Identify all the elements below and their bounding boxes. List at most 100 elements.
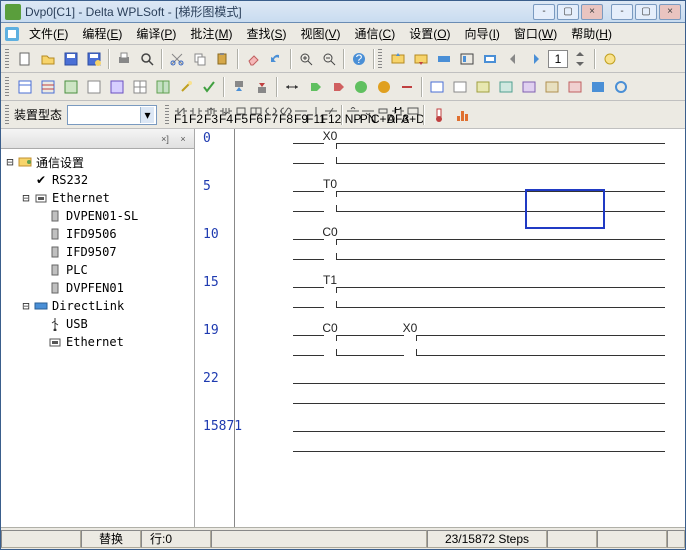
zoom-out-button[interactable] [318,48,340,70]
tree-pin-icon[interactable]: ×] [158,132,172,146]
coil-button[interactable]: F7 [264,104,278,126]
tree-ifd9506[interactable]: IFD9506 [3,225,192,243]
step-up-button[interactable] [569,48,591,70]
child-min-button[interactable]: - [533,4,555,20]
rung[interactable] [235,369,665,417]
wand-button[interactable] [175,76,197,98]
inv-button[interactable]: F12 [324,104,338,126]
undo-button[interactable] [265,48,287,70]
menu-compile[interactable]: 编译(P) [130,23,182,44]
compare-button[interactable] [479,48,501,70]
menu-view[interactable]: 视图(V) [294,23,346,44]
tool-f-button[interactable] [541,76,563,98]
tree-root[interactable]: ⊟ 通信设置 [3,153,192,171]
print-button[interactable] [113,48,135,70]
eraser-button[interactable] [242,48,264,70]
help-button[interactable]: ? [348,48,370,70]
menu-wizard[interactable]: 向导(I) [459,23,506,44]
step-input[interactable]: 1 [548,50,568,68]
acc-button[interactable] [433,48,455,70]
ladder-button[interactable] [37,76,59,98]
menu-find[interactable]: 查找(S) [240,23,292,44]
tree-ifd9507[interactable]: IFD9507 [3,243,192,261]
contact-no-button[interactable]: F2 [189,104,203,126]
sfc-button[interactable] [83,76,105,98]
rung[interactable]: C0X0 [235,321,665,369]
type-select[interactable]: ▾ [67,105,157,125]
tree-directlink[interactable]: ⊟ DirectLink [3,297,192,315]
tree-ethernet[interactable]: ⊟ Ethernet [3,189,192,207]
connect-button[interactable] [599,48,621,70]
menu-batch[interactable]: 批注(M) [184,23,238,44]
saveas-button[interactable] [83,48,105,70]
sfc2-button[interactable] [106,76,128,98]
open-button[interactable] [37,48,59,70]
tool-i-button[interactable] [610,76,632,98]
green-arrow-button[interactable] [304,76,326,98]
menu-comm[interactable]: 通信(C) [349,23,402,44]
child-max-button[interactable]: ▢ [557,4,579,20]
coil-n-button[interactable]: F8 [279,104,293,126]
check-button[interactable] [198,76,220,98]
green-grid-button[interactable] [152,76,174,98]
paste-button[interactable] [212,48,234,70]
watch-button[interactable] [456,48,478,70]
menu-help[interactable]: 帮助(H) [565,23,618,44]
menu-file[interactable]: 文件(F) [23,23,74,44]
proj-tree-button[interactable] [14,76,36,98]
rung[interactable]: X0 [235,129,665,177]
red-arrow-button[interactable] [327,76,349,98]
tree-usb[interactable]: USB [3,315,192,333]
app-button[interactable]: F6 [249,104,263,126]
il-button[interactable] [60,76,82,98]
rung[interactable] [235,417,665,465]
tool-c-button[interactable] [472,76,494,98]
save-button[interactable] [60,48,82,70]
tool-h-button[interactable] [587,76,609,98]
tool-g-button[interactable] [564,76,586,98]
hscroll-button[interactable] [281,76,303,98]
folder-down-button[interactable] [387,48,409,70]
tree-dvpfen01[interactable]: DVPFEN01 [3,279,192,297]
rung[interactable]: C0 [235,225,665,273]
min-button[interactable]: - [611,4,633,20]
contact-p-button[interactable]: F3 [204,104,218,126]
folder-up-button[interactable] [410,48,432,70]
run-button[interactable] [350,76,372,98]
tree-plc[interactable]: PLC [3,261,192,279]
new-button[interactable] [14,48,36,70]
tool-e-button[interactable] [518,76,540,98]
tree-rs232[interactable]: ✔ RS232 [3,171,192,189]
go-prev-button[interactable] [502,48,524,70]
copy-button[interactable] [189,48,211,70]
ladder-editor[interactable]: 0 5 10 15 19 22 15871 X0T0C0T1C0X0 [195,129,685,527]
cut-button[interactable] [166,48,188,70]
max-button[interactable]: ▢ [635,4,657,20]
download-button[interactable] [228,76,250,98]
close-button[interactable]: × [659,4,681,20]
np-button[interactable]: NP [346,104,360,126]
stop-button[interactable] [373,76,395,98]
thermo-button[interactable] [428,104,450,126]
tree-close-icon[interactable]: × [176,132,190,146]
child-close-button[interactable]: × [581,4,603,20]
rung[interactable]: T1 [235,273,665,321]
contact-n-button[interactable]: F4 [219,104,233,126]
tree-dvpen01[interactable]: DVPEN01-SL [3,207,192,225]
zoom-in-button[interactable] [295,48,317,70]
tool-a-button[interactable] [426,76,448,98]
tool-d-button[interactable] [495,76,517,98]
comm-tree[interactable]: ⊟ 通信设置 ✔ RS232 ⊟ Ethernet DVPEN01-SL IFD… [1,149,194,527]
grid-button[interactable] [129,76,151,98]
menu-window[interactable]: 窗口(W) [508,23,563,44]
ad-button[interactable]: A+D [406,104,420,126]
go-next-button[interactable] [525,48,547,70]
menu-option[interactable]: 设置(O) [403,23,456,44]
contact-nc-button[interactable]: F1 [174,104,188,126]
pause-button[interactable] [396,76,418,98]
chart-button[interactable] [451,104,473,126]
tool-b-button[interactable] [449,76,471,98]
upload-button[interactable] [251,76,273,98]
tree-ethernet2[interactable]: Ethernet [3,333,192,351]
menu-edit[interactable]: 编程(E) [76,23,128,44]
